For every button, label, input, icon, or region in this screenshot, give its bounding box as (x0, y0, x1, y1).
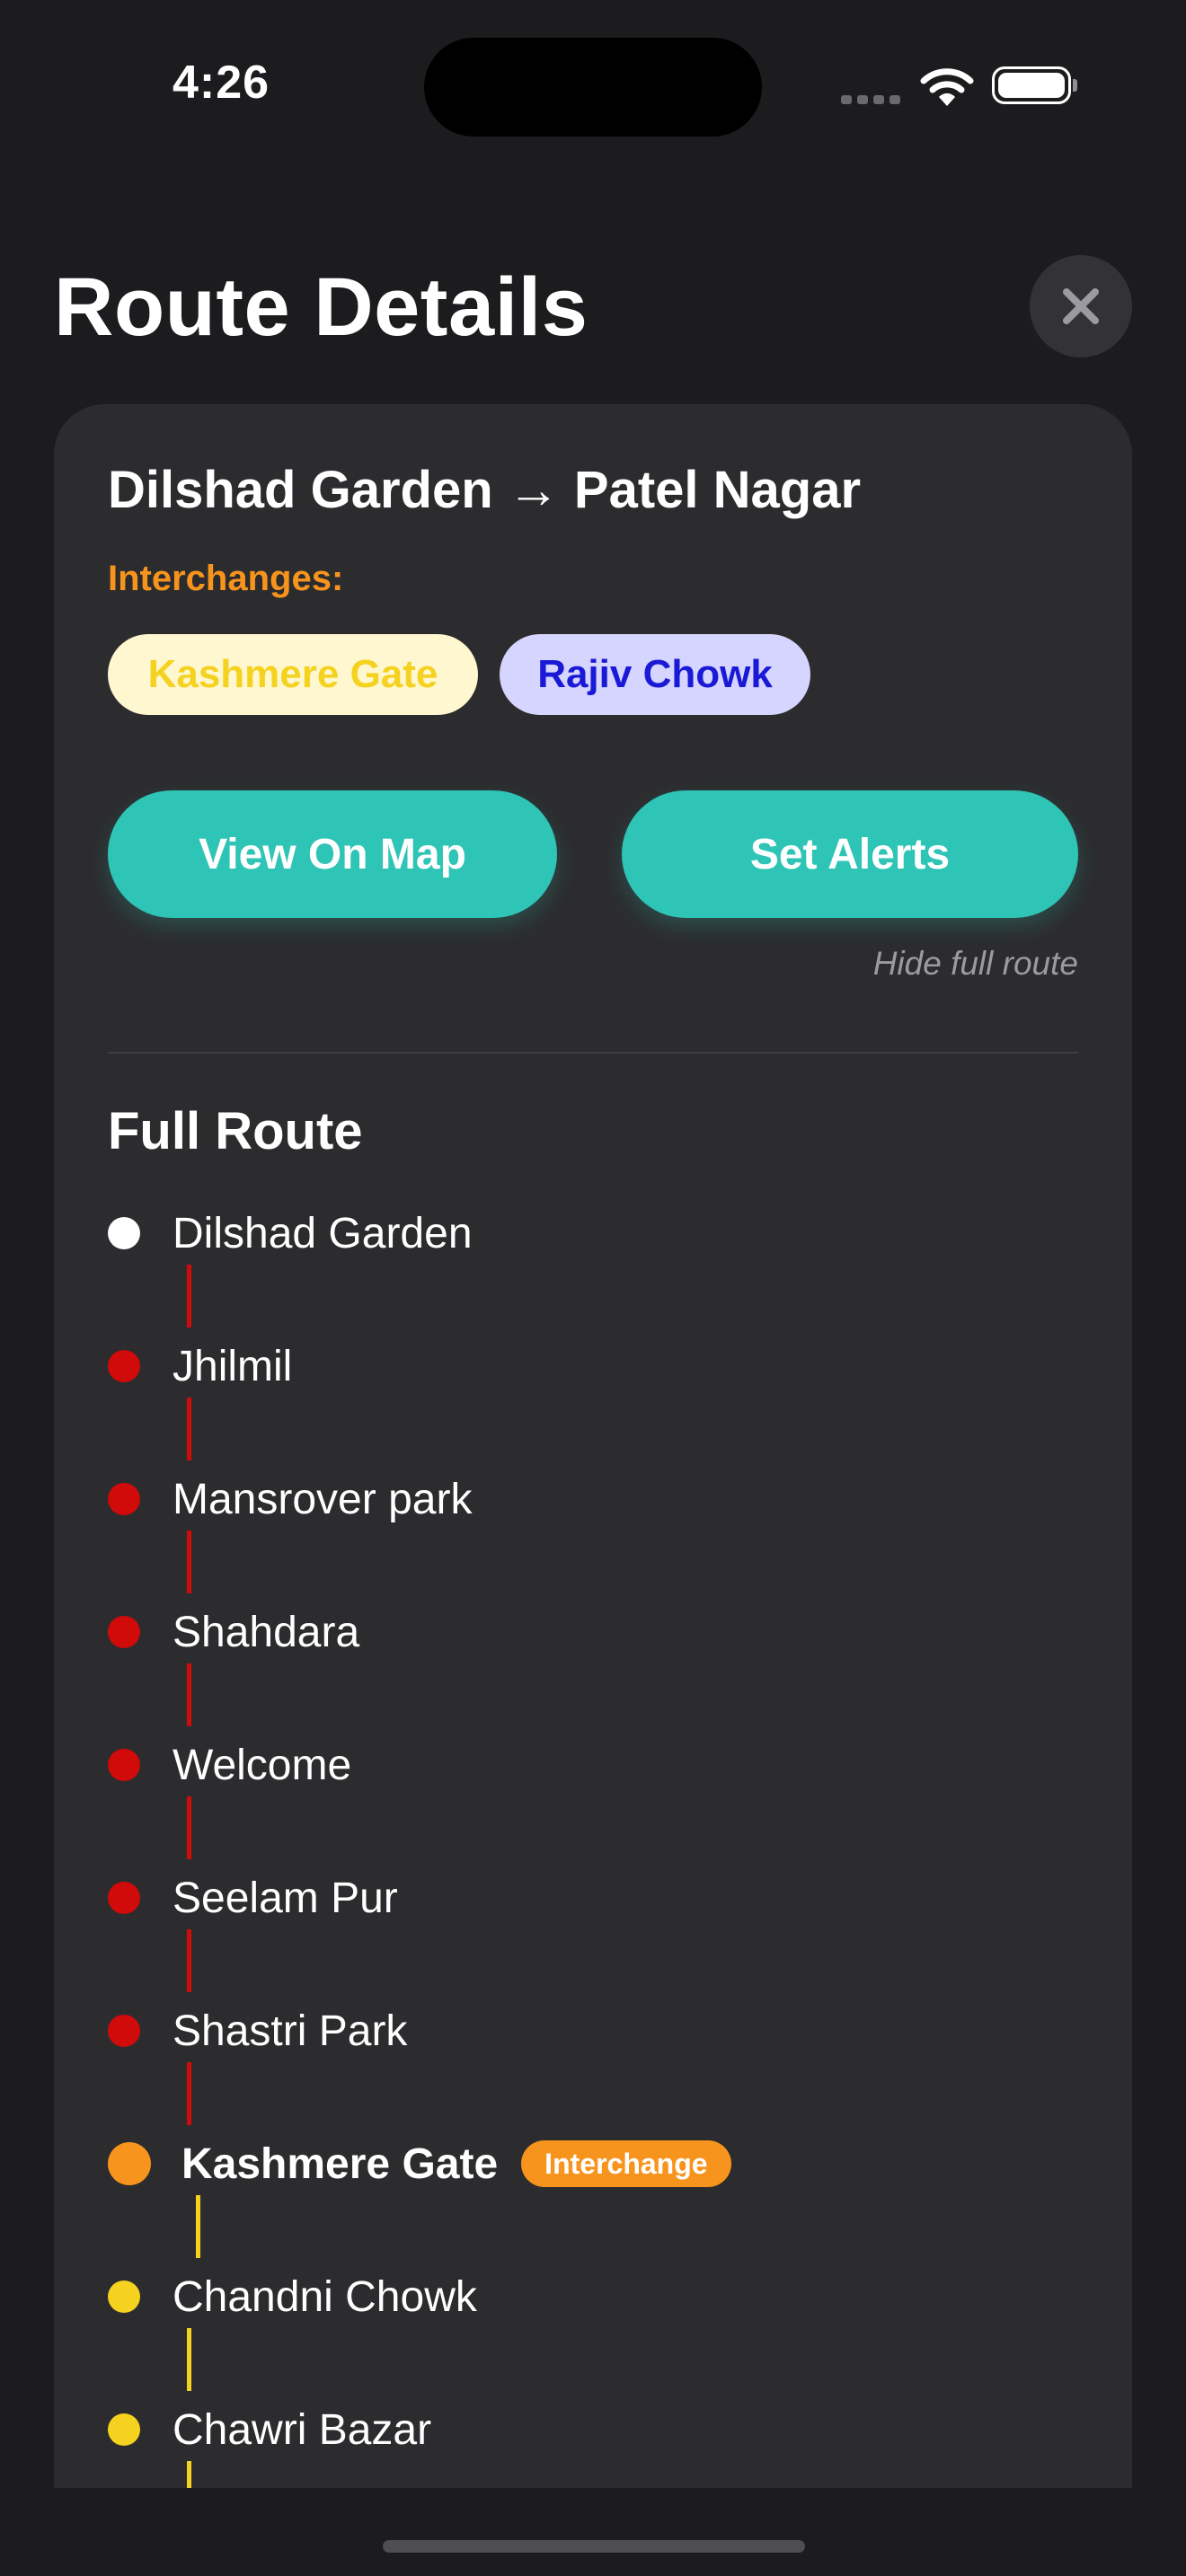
interchange-dot (108, 2142, 151, 2185)
station-name: Shastri Park (173, 2007, 408, 2055)
station-row: Jhilmil (108, 1330, 292, 1402)
station-dot (108, 1882, 140, 1914)
line-segment (187, 2461, 191, 2488)
station-name: Shahdara (173, 1608, 360, 1656)
station-name: Chawri Bazar (173, 2405, 432, 2454)
station-name: Chandni Chowk (173, 2272, 477, 2321)
station-dot (108, 1749, 140, 1781)
battery-icon (992, 66, 1077, 104)
station-name: Kashmere Gate (181, 2139, 499, 2188)
station-name: Dilshad Garden (173, 1209, 473, 1257)
station-row: Seelam Pur (108, 1862, 398, 1934)
set-alerts-button[interactable]: Set Alerts (622, 790, 1078, 918)
station-name: Welcome (173, 1741, 352, 1789)
station-row: Shahdara (108, 1596, 359, 1668)
station-row: Dilshad Garden (108, 1197, 473, 1269)
line-segment (187, 1398, 191, 1460)
station-name: Mansrover park (173, 1475, 473, 1523)
station-name: Jhilmil (173, 1342, 293, 1390)
divider (108, 1052, 1078, 1054)
line-segment (187, 1929, 191, 1992)
station-row: Shastri Park (108, 1995, 407, 2067)
station-row: Chawri Bazar (108, 2394, 431, 2466)
full-route-title: Full Route (108, 1102, 363, 1160)
line-segment (187, 1663, 191, 1726)
close-icon (1063, 288, 1099, 324)
station-dot (108, 2015, 140, 2047)
station-dot (108, 1483, 140, 1515)
line-segment (187, 1531, 191, 1593)
route-title: Dilshad Garden → Patel Nagar (108, 461, 862, 519)
line-segment (187, 2062, 191, 2125)
line-segment (187, 1265, 191, 1328)
cellular-signal-icon (841, 95, 900, 104)
station-name: Seelam Pur (173, 1874, 398, 1922)
station-dot (108, 2413, 140, 2446)
hide-full-route-link[interactable]: Hide full route (873, 945, 1078, 983)
page-title: Route Details (54, 261, 589, 353)
interchanges-label: Interchanges: (108, 559, 344, 598)
station-row: Chandni Chowk (108, 2261, 477, 2333)
interchange-chip-kashmere-gate: Kashmere Gate (108, 634, 478, 715)
station-dot (108, 1616, 140, 1648)
home-indicator[interactable] (383, 2540, 805, 2553)
station-dot (108, 1350, 140, 1382)
line-segment (187, 2328, 191, 2391)
close-button[interactable] (1030, 255, 1132, 357)
station-row: Mansrover park (108, 1463, 472, 1535)
station-dot (108, 1217, 140, 1249)
line-segment (187, 1796, 191, 1859)
status-time: 4:26 (173, 57, 270, 109)
station-row: Welcome (108, 1729, 351, 1801)
line-segment (196, 2195, 200, 2258)
station-dot (108, 2280, 140, 2313)
wifi-icon (920, 68, 974, 106)
route-card: Dilshad Garden → Patel Nagar Interchange… (54, 404, 1132, 2488)
station-row-interchange: Kashmere Gate Interchange (108, 2128, 731, 2200)
interchange-chip-rajiv-chowk: Rajiv Chowk (500, 634, 810, 715)
interchange-badge: Interchange (521, 2140, 731, 2187)
view-on-map-button[interactable]: View On Map (108, 790, 557, 918)
dynamic-island (424, 38, 762, 137)
